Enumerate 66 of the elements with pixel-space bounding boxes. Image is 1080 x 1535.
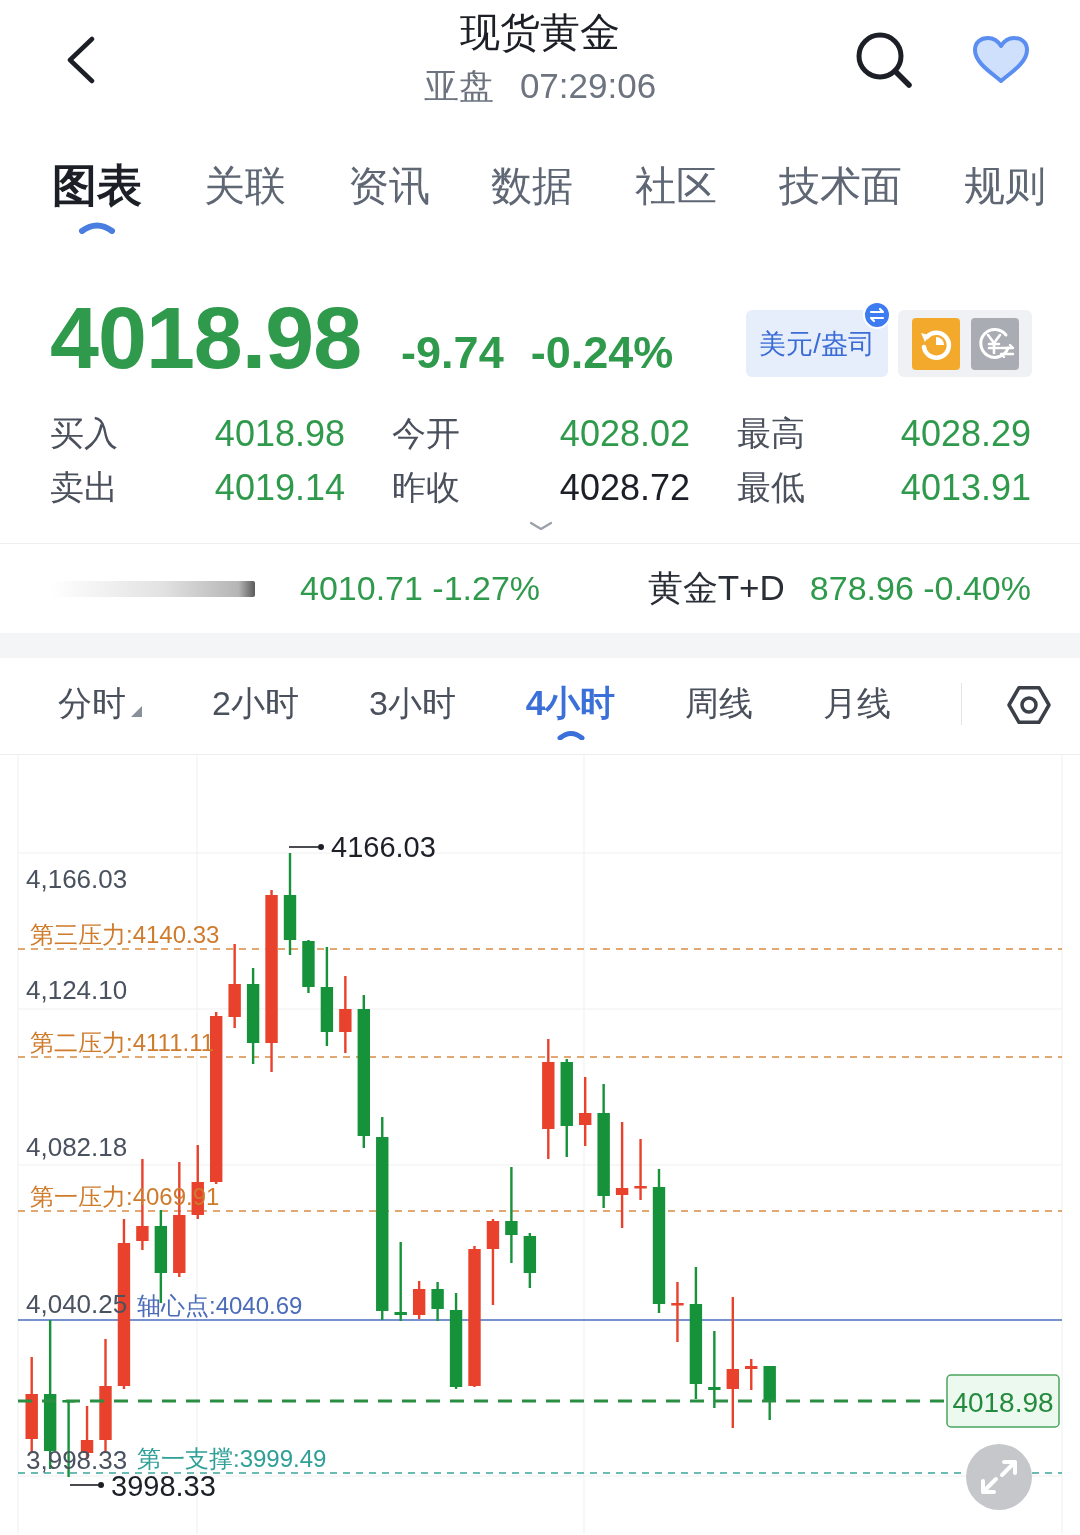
stat-label: 昨收 xyxy=(391,467,461,508)
stat-label: 今开 xyxy=(391,413,461,454)
tab[interactable]: 关联 xyxy=(203,162,286,210)
tab[interactable]: 技术面 xyxy=(779,162,903,210)
y-axis-label: 4,166.03 xyxy=(26,864,128,894)
pivot-level-label: 轴心点:4040.69 xyxy=(137,1292,303,1319)
stat-value: 4028.29 xyxy=(899,413,1031,455)
period-tab[interactable]: 4小时 xyxy=(525,683,616,723)
candlestick xyxy=(671,1282,684,1342)
tab[interactable]: 图表 xyxy=(52,162,142,210)
stat-label: 最高 xyxy=(736,413,806,454)
period-tab[interactable]: 月线 xyxy=(823,683,892,723)
stat-value: 4018.98 xyxy=(213,413,345,455)
candlestick xyxy=(412,1281,426,1319)
candlestick xyxy=(523,1233,537,1288)
candlestick xyxy=(745,1359,758,1390)
high-price-label: 4166.03 xyxy=(331,831,436,863)
support-level-label: 第一支撑:3999.49 xyxy=(137,1445,327,1472)
price-change: -9.74 xyxy=(401,326,504,380)
y-axis-label: 4,082.18 xyxy=(26,1132,128,1162)
stat-label: 买入 xyxy=(50,413,119,454)
instrument-name: 黄金T+D xyxy=(647,567,785,609)
settings-icon[interactable] xyxy=(1007,683,1052,727)
currency-exchange-icon[interactable] xyxy=(970,317,1019,370)
candlestick xyxy=(431,1282,444,1321)
tab[interactable]: 资讯 xyxy=(347,162,430,210)
tab-indicator-icon xyxy=(556,729,585,740)
tab-indicator-icon xyxy=(78,220,116,234)
expand-chevron-icon[interactable] xyxy=(529,521,553,531)
swap-badge-icon xyxy=(863,301,891,329)
last-price-tag: 4018.98 xyxy=(946,1374,1060,1428)
resistance-level-label: 第三压力:4140.33 xyxy=(30,921,220,948)
candlestick xyxy=(302,940,315,993)
low-price-label: 3998.33 xyxy=(111,1470,216,1502)
dropdown-triangle-icon xyxy=(130,705,142,717)
tab[interactable]: 规则 xyxy=(963,162,1046,210)
stat-label: 最低 xyxy=(736,467,806,508)
stat-value: 4013.91 xyxy=(899,467,1031,509)
tab[interactable]: 社区 xyxy=(635,162,718,210)
trading-session: 亚盘 xyxy=(423,68,494,104)
tab[interactable]: 数据 xyxy=(491,162,574,210)
quote-time: 07:29:06 xyxy=(519,68,657,104)
expand-icon[interactable] xyxy=(966,1444,1032,1510)
stat-value: 4019.14 xyxy=(213,467,345,509)
candlestick xyxy=(763,1366,776,1420)
search-icon[interactable] xyxy=(855,31,913,89)
stat-value: 4028.02 xyxy=(558,413,690,455)
stat-label: 卖出 xyxy=(50,467,119,508)
y-axis-label: 4,124.10 xyxy=(26,975,128,1005)
price-leader-line xyxy=(288,844,324,850)
period-tab[interactable]: 2小时 xyxy=(212,683,299,723)
page-title: 现货黄金 xyxy=(460,10,620,54)
instrument-quote: 878.96 -0.40% xyxy=(809,569,1031,608)
unit-toggle-button[interactable]: 美元/盎司 xyxy=(746,310,888,377)
instrument-quote: 4010.71 -1.27% xyxy=(300,569,541,608)
price-leader-line xyxy=(69,1482,104,1488)
candlestick xyxy=(634,1139,647,1200)
period-tab[interactable]: 分时 xyxy=(58,683,142,723)
heart-icon[interactable] xyxy=(972,35,1030,85)
percent-change: -0.24% xyxy=(530,326,674,380)
last-price: 4018.98 xyxy=(50,294,362,382)
back-icon[interactable] xyxy=(66,36,96,84)
stat-value: 4028.72 xyxy=(558,467,690,509)
period-tab[interactable]: 3小时 xyxy=(368,683,456,723)
candlestick xyxy=(579,1077,592,1146)
period-tab[interactable]: 周线 xyxy=(685,683,754,723)
